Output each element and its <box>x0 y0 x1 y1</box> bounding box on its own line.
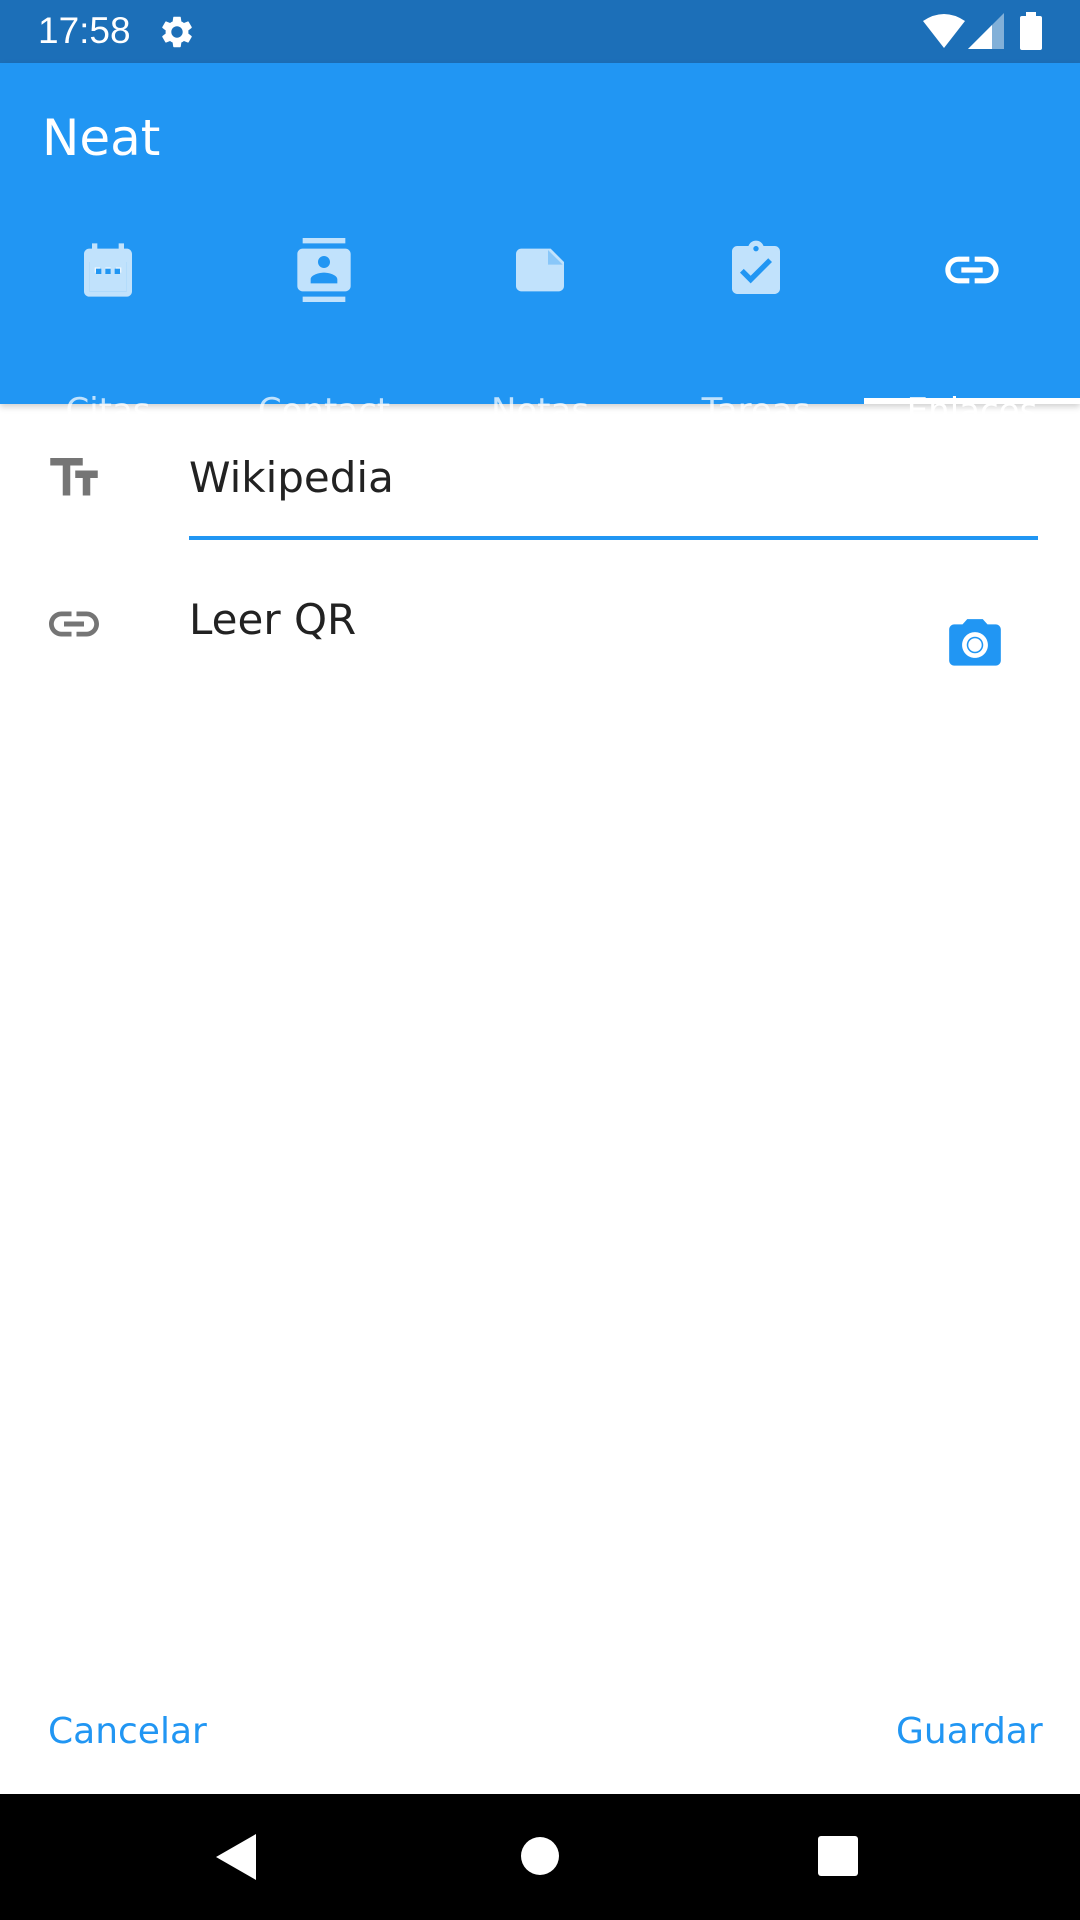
link-icon <box>44 594 104 654</box>
signal-icon <box>968 13 1004 49</box>
status-time: 17:58 <box>38 10 131 51</box>
tab-tareas[interactable]: Tareas <box>648 228 864 431</box>
back-icon[interactable] <box>214 1832 258 1882</box>
link-icon <box>940 238 1004 302</box>
title-input[interactable]: Wikipedia <box>189 440 1038 544</box>
app-title: Neat <box>42 109 161 167</box>
title-input-underline <box>189 536 1038 540</box>
tab-label: Tareas <box>701 391 811 431</box>
tab-label: Citas <box>65 391 151 431</box>
calendar-icon <box>76 238 140 302</box>
text-format-icon <box>44 448 104 508</box>
app-bar: Neat Citas Contact Notas Tareas Enlaces <box>0 63 1080 431</box>
tab-contactos[interactable]: Contact <box>216 228 432 431</box>
read-qr-label[interactable]: Leer QR <box>189 594 356 646</box>
tab-notas[interactable]: Notas <box>432 228 648 431</box>
title-input-value: Wikipedia <box>189 453 394 502</box>
gear-icon <box>158 13 196 51</box>
camera-icon[interactable] <box>944 614 1006 676</box>
home-icon[interactable] <box>520 1836 560 1876</box>
wifi-icon <box>922 13 966 49</box>
tab-citas[interactable]: Citas <box>0 228 216 431</box>
save-button[interactable]: Guardar <box>896 1702 1043 1762</box>
battery-icon <box>1020 12 1042 50</box>
cancel-button[interactable]: Cancelar <box>48 1702 207 1762</box>
clipboard-check-icon <box>724 238 788 302</box>
active-tab-indicator <box>864 398 1080 404</box>
tab-label: Contact <box>257 391 391 431</box>
tab-enlaces[interactable]: Enlaces <box>864 228 1080 431</box>
recents-icon[interactable] <box>818 1836 858 1876</box>
contact-card-icon <box>292 238 356 302</box>
note-icon <box>508 238 572 302</box>
tab-label: Enlaces <box>906 391 1038 431</box>
status-bar: 17:58 <box>0 0 1080 63</box>
navigation-bar <box>0 1794 1080 1920</box>
tab-label: Notas <box>490 391 590 431</box>
